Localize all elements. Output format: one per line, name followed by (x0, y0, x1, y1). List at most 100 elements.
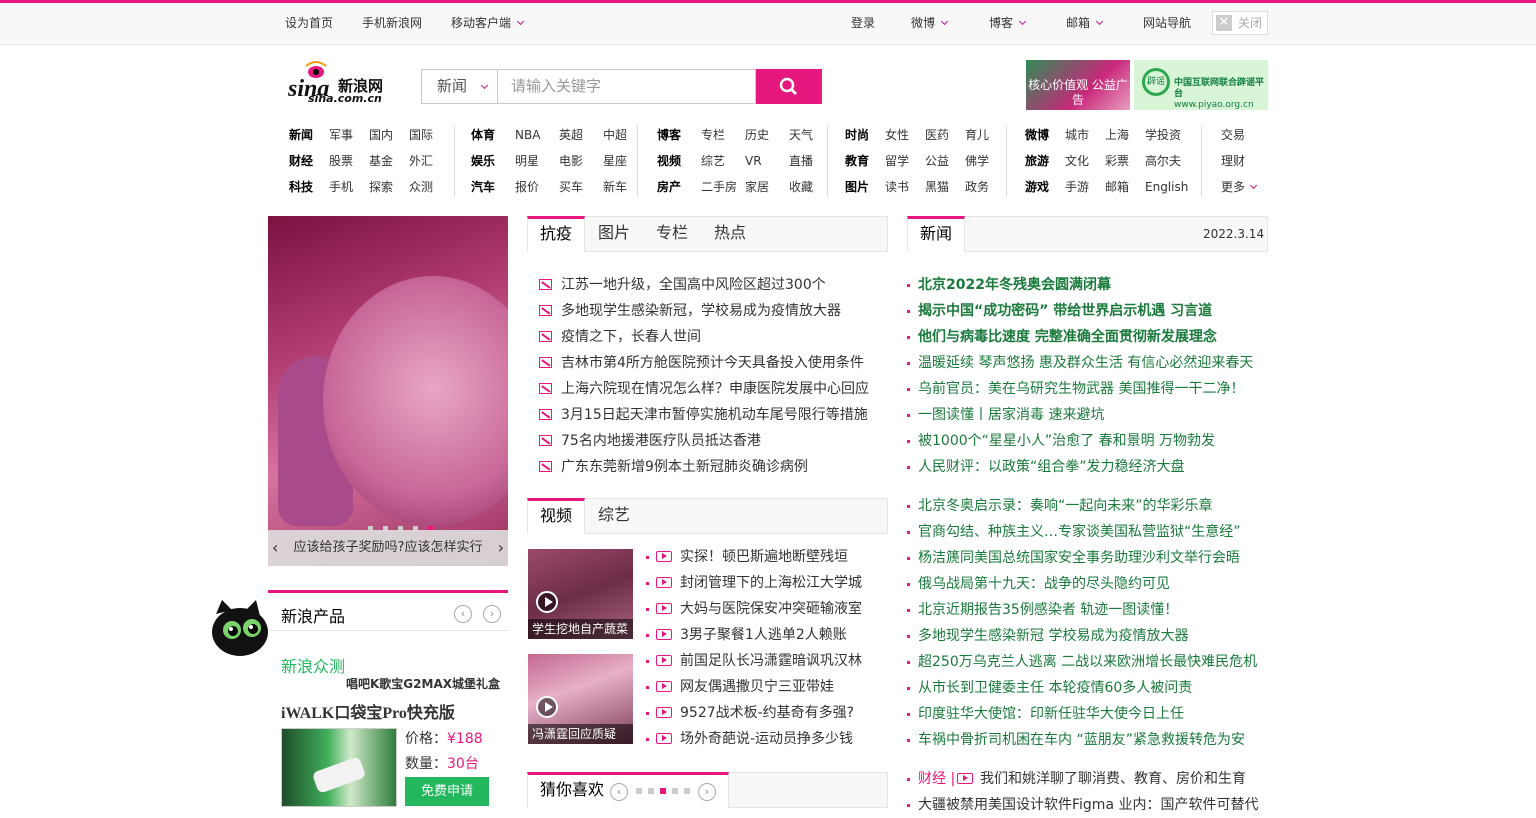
news-headline[interactable]: 乌前官员：美在乌研究生物武器 美国推得一干二净！ (918, 376, 1244, 402)
list-item[interactable]: 印度驻华大使馆：印新任驻华大使今日上任 (907, 701, 1268, 727)
list-item[interactable]: 江苏一地升级，全国高中风险区超过300个 (527, 272, 888, 298)
nav-link[interactable]: 学投资 (1145, 122, 1205, 148)
nav-link[interactable]: 博客 (657, 122, 701, 148)
ad-banner-values[interactable]: 核心价值观 公益广告 (1026, 60, 1130, 110)
news-headline[interactable]: 多地现学生感染新冠 学校易成为疫情放大器 (918, 623, 1188, 649)
list-item[interactable]: 实探！顿巴斯遍地断壁残垣 (646, 544, 891, 570)
chevron-left-icon[interactable]: ‹ (454, 605, 472, 623)
mobile-client-menu[interactable]: 移动客户端 (451, 3, 525, 44)
news-headline[interactable]: 江苏一地升级，全国高中风险区超过300个 (561, 272, 826, 298)
chevron-right-icon[interactable]: › (498, 530, 504, 566)
list-item[interactable]: 场外奇葩说-运动员挣多少钱 (646, 726, 891, 752)
nav-link[interactable]: 报价 (515, 174, 559, 200)
nav-link[interactable]: 房产 (657, 174, 701, 200)
nav-link[interactable]: 手机 (329, 174, 369, 200)
product-image[interactable] (281, 728, 397, 807)
list-item[interactable]: 75名内地援港医疗队员抵达香港 (527, 428, 888, 454)
news-headline[interactable]: 大疆被禁用美国设计软件Figma 业内：国产软件可替代 (918, 792, 1258, 818)
news-headline[interactable]: 被1000个“星星小人”治愈了 春和景明 万物勃发 (918, 428, 1215, 454)
nav-link[interactable]: 育儿 (965, 122, 1005, 148)
nav-link[interactable]: 新闻 (289, 122, 329, 148)
nav-link[interactable]: 手游 (1065, 174, 1105, 200)
nav-link[interactable]: 军事 (329, 122, 369, 148)
list-item[interactable]: 北京2022年冬残奥会圆满闭幕 (907, 272, 1268, 298)
nav-link[interactable]: NBA (515, 122, 559, 148)
news-headline[interactable]: 广东东莞新增9例本土新冠肺炎确诊病例 (561, 454, 808, 480)
news-headline[interactable]: 上海六院现在情况怎么样？申康医院发展中心回应 (561, 376, 869, 402)
product-subtitle[interactable]: 唱吧K歌宝G2MAX城堡礼盒 (346, 675, 500, 692)
nav-link[interactable]: 众测 (409, 174, 449, 200)
nav-link[interactable]: 科技 (289, 174, 329, 200)
list-item[interactable]: 3月15日起天津市暂停实施机动车尾号限行等措施 (527, 402, 888, 428)
guess-dot[interactable] (672, 787, 678, 794)
zhongce-brand[interactable]: 新浪众测 (281, 653, 345, 677)
news-headline[interactable]: 多地现学生感染新冠，学校易成为疫情放大器 (561, 298, 841, 324)
play-icon[interactable] (536, 591, 558, 613)
news-headline[interactable]: 北京2022年冬残奥会圆满闭幕 (918, 272, 1111, 298)
nav-link[interactable]: 中超 (603, 122, 647, 148)
nav-link[interactable]: 国内 (369, 122, 409, 148)
list-item[interactable]: 温暖延续 琴声悠扬 惠及群众生活 有信心必然迎来春天 (907, 350, 1268, 376)
nav-link[interactable]: 高尔夫 (1145, 148, 1205, 174)
news-headline[interactable]: 北京近期报告35例感染者 轨迹一图读懂！ (918, 597, 1178, 623)
nav-link[interactable]: 图片 (845, 174, 885, 200)
news-headline[interactable]: 一图读懂丨居家消毒 速来避坑 (918, 402, 1104, 428)
nav-link[interactable]: 公益 (925, 148, 965, 174)
nav-link[interactable]: 汽车 (471, 174, 515, 200)
nav-link[interactable]: English (1145, 174, 1205, 200)
news-headline[interactable]: 3月15日起天津市暂停实施机动车尾号限行等措施 (561, 402, 868, 428)
nav-link[interactable]: 家居 (745, 174, 789, 200)
chevron-right-icon[interactable]: › (698, 783, 716, 801)
nav-link[interactable]: 电影 (559, 148, 603, 174)
list-item[interactable]: 广东东莞新增9例本土新冠肺炎确诊病例 (527, 454, 888, 480)
nav-link[interactable]: 理财 (1221, 148, 1261, 174)
nav-link[interactable]: 视频 (657, 148, 701, 174)
nav-link[interactable]: 上海 (1105, 122, 1145, 148)
news-headline[interactable]: 俄乌战局第十九天：战争的尽头隐约可见 (918, 571, 1170, 597)
search-input[interactable]: 请输入关键字 (497, 69, 756, 104)
news-headline[interactable]: 封闭管理下的上海松江大学城 (680, 570, 862, 596)
nav-link[interactable]: 新车 (603, 174, 647, 200)
nav-link[interactable]: 买车 (559, 174, 603, 200)
finance-label[interactable]: 财经 | (918, 766, 955, 792)
guess-dot[interactable] (648, 787, 654, 794)
news-headline[interactable]: 大妈与医院保安冲突砸输液室 (680, 596, 862, 622)
news-headline[interactable]: 我们和姚洋聊了聊消费、教育、房价和生育 (980, 766, 1246, 792)
nav-link[interactable]: 微博 (1025, 122, 1065, 148)
black-cat-mascot-icon[interactable] (206, 596, 268, 658)
news-headline[interactable]: 网友偶遇撒贝宁三亚带娃 (680, 674, 834, 700)
news-headline[interactable]: 杨洁篪同美国总统国家安全事务助理沙利文举行会晤 (918, 545, 1240, 571)
list-item[interactable]: 从市长到卫健委主任 本轮疫情60多人被问责 (907, 675, 1268, 701)
list-item[interactable]: 人民财评：以政策“组合拳”发力稳经济大盘 (907, 454, 1268, 480)
nav-link[interactable]: 探索 (369, 174, 409, 200)
news-headline[interactable]: 揭示中国“成功密码” 带给世界启示机遇 习言道 (918, 298, 1212, 324)
set-home-link[interactable]: 设为首页 (285, 3, 333, 44)
nav-link[interactable]: 女性 (885, 122, 925, 148)
news-headline[interactable]: 实探！顿巴斯遍地断壁残垣 (680, 544, 848, 570)
nav-link[interactable]: 城市 (1065, 122, 1105, 148)
product-name[interactable]: iWALK口袋宝Pro快充版 (281, 699, 455, 723)
news-headline[interactable]: 他们与病毒比速度 完整准确全面贯彻新发展理念 (918, 324, 1217, 350)
news-headline[interactable]: 75名内地援港医疗队员抵达香港 (561, 428, 761, 454)
news-headline[interactable]: 超250万乌克兰人逃离 二战以来欧洲增长最快难民危机 (918, 649, 1257, 675)
nav-link[interactable]: VR (745, 148, 789, 174)
list-item[interactable]: 官商勾结、种族主义…专家谈美国私营监狱“生意经” (907, 519, 1268, 545)
nav-link[interactable]: 佛学 (965, 148, 1005, 174)
close-button[interactable]: ✕ 关闭 (1212, 11, 1268, 35)
list-item[interactable]: 上海六院现在情况怎么样？申康医院发展中心回应 (527, 376, 888, 402)
news-headline[interactable]: 前国足队长冯潇霆暗讽巩汉林 (680, 648, 862, 674)
news-headline[interactable]: 9527战术板-约基奇有多强? (680, 700, 854, 726)
news-headline[interactable]: 车祸中骨折司机困在车内 “蓝朋友”紧急救援转危为安 (918, 727, 1245, 753)
news-headline[interactable]: 疫情之下，长春人世间 (561, 324, 701, 350)
nav-link[interactable]: 二手房 (701, 174, 745, 200)
nav-link[interactable]: 财经 (289, 148, 329, 174)
search-button[interactable] (756, 69, 822, 104)
list-item[interactable]: 俄乌战局第十九天：战争的尽头隐约可见 (907, 571, 1268, 597)
nav-link[interactable]: 体育 (471, 122, 515, 148)
nav-link[interactable]: 娱乐 (471, 148, 515, 174)
video-thumbnail[interactable]: 冯潇霆回应质疑 (528, 654, 633, 744)
nav-link[interactable]: 外汇 (409, 148, 449, 174)
mobile-sina-link[interactable]: 手机新浪网 (362, 3, 422, 44)
list-item[interactable]: 超250万乌克兰人逃离 二战以来欧洲增长最快难民危机 (907, 649, 1268, 675)
list-item[interactable]: 疫情之下，长春人世间 (527, 324, 888, 350)
